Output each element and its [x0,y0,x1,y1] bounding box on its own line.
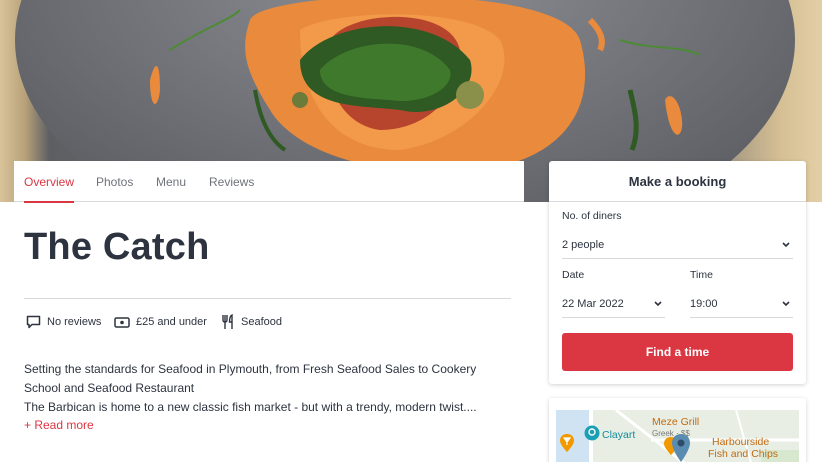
cuisine-label: Seafood [241,316,282,328]
time-value: 19:00 [690,298,718,310]
map-label-clayart: Clayart [602,429,636,441]
reviews-count: No reviews [47,316,102,328]
tab-reviews[interactable]: Reviews [209,161,254,202]
time-label: Time [690,269,713,281]
booking-title: Make a booking [549,161,806,202]
tab-overview[interactable]: Overview [24,161,75,203]
price-range-label: £25 and under [136,316,207,328]
section-tabs: Overview Photos Menu Reviews [14,161,524,203]
time-select[interactable]: 19:00 [690,290,793,318]
map-label-meze-grill: Meze Grill [652,416,700,428]
booking-card: Make a booking No. of diners 2 people Da… [549,161,806,384]
date-value: 22 Mar 2022 [562,298,624,310]
tab-photos[interactable]: Photos [96,161,133,202]
map-label-fish-and-chips: Fish and Chips [708,448,779,460]
restaurant-description: Setting the standards for Seafood in Ply… [24,360,514,417]
speech-bubble-icon [26,315,41,329]
map-label-harbourside: Harbourside [712,436,770,448]
tab-menu[interactable]: Menu [156,161,186,202]
restaurant-name: The Catch [24,226,210,268]
fork-knife-icon [222,314,233,329]
location-pin-icon [672,434,690,462]
title-divider [24,298,511,299]
reviews-summary: No reviews [26,313,101,331]
diners-value: 2 people [562,239,605,251]
location-map[interactable]: Clayart Meze Grill Greek · $$ Harboursid… [556,410,799,462]
chevron-down-icon [782,242,790,248]
diners-label: No. of diners [562,210,622,222]
banknote-icon [114,316,130,328]
diners-select[interactable]: 2 people [562,231,793,259]
shop-pin-icon [584,425,600,441]
date-label: Date [562,269,585,281]
description-line-2: The Barbican is home to a new classic fi… [24,400,477,414]
map-card: Clayart Meze Grill Greek · $$ Harboursid… [549,398,806,462]
price-range: £25 and under [114,313,207,331]
chevron-down-icon [654,301,662,307]
date-select[interactable]: 22 Mar 2022 [562,290,665,318]
bar-pin-icon [560,434,574,452]
description-line-1: Setting the standards for Seafood in Ply… [24,362,477,395]
cuisine: Seafood [221,313,282,331]
read-more-link[interactable]: + Read more [24,418,94,432]
chevron-down-icon [782,301,790,307]
find-a-time-button[interactable]: Find a time [562,333,793,371]
